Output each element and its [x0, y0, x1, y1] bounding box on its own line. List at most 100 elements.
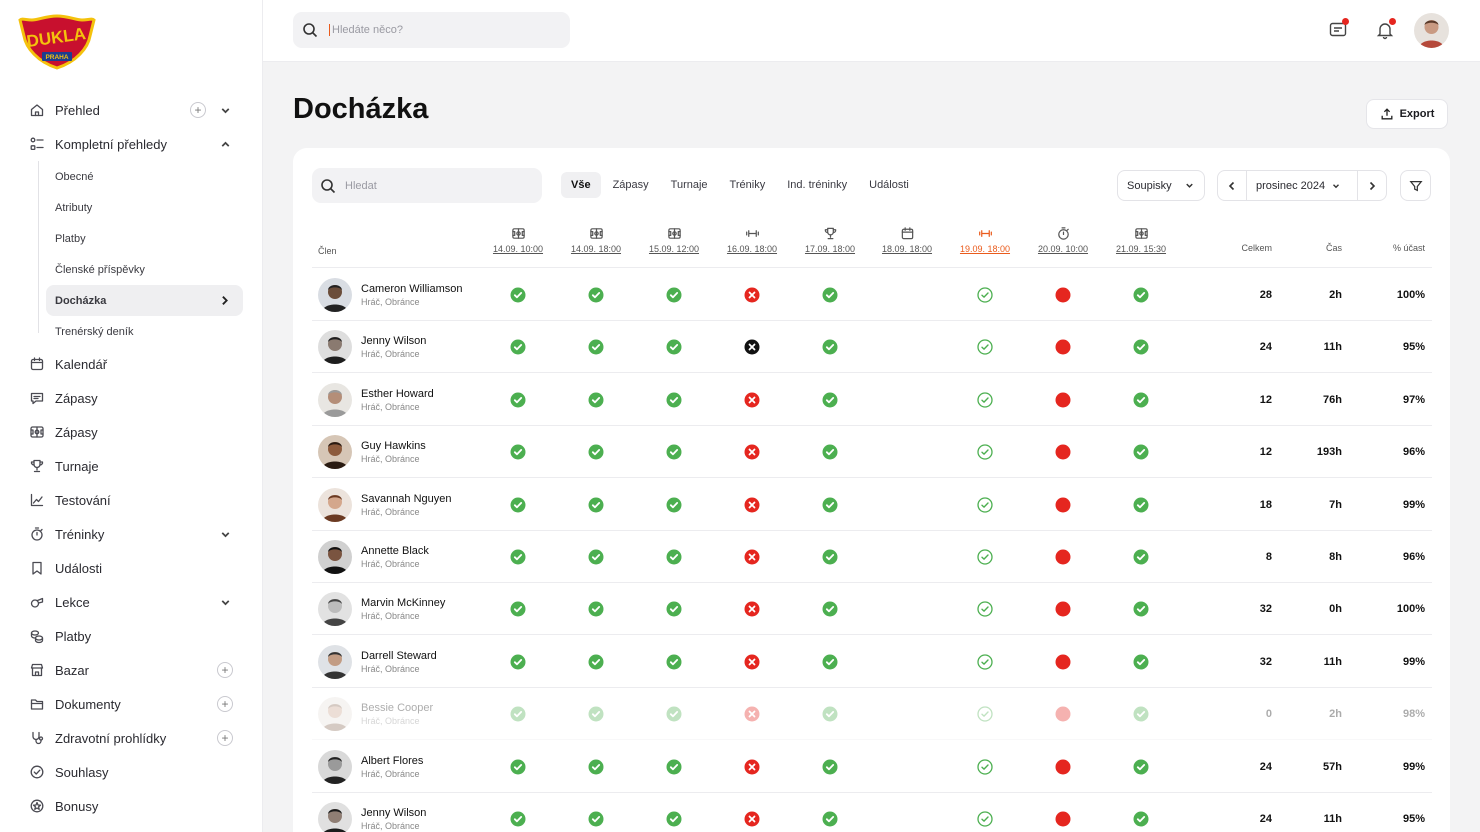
expand-toggle[interactable] [217, 136, 233, 152]
status-present-icon[interactable] [588, 759, 604, 775]
status-planned-icon[interactable] [977, 811, 993, 827]
status-excused-icon[interactable] [1055, 706, 1071, 722]
member-name[interactable]: Jenny Wilson [361, 335, 426, 347]
member-name[interactable]: Darrell Steward [361, 650, 437, 662]
status-absent-icon[interactable] [744, 497, 760, 513]
status-excused-icon[interactable] [1055, 759, 1071, 775]
status-planned-icon[interactable] [977, 706, 993, 722]
add-button[interactable]: + [217, 730, 233, 746]
month-select[interactable]: prosinec 2024 [1247, 180, 1357, 192]
global-search[interactable] [293, 12, 570, 48]
status-present-icon[interactable] [510, 549, 526, 565]
sidebar-item-kalendar[interactable]: Kalendář [0, 347, 263, 381]
status-present-icon[interactable] [1133, 549, 1149, 565]
table-row[interactable]: Marvin McKinney Hráč, Obránce 32 0h 100% [312, 583, 1432, 636]
sidebar-item-platby[interactable]: Platby [0, 619, 263, 653]
event-column-header[interactable]: 20.09. 10:00 [1034, 226, 1092, 254]
status-present-icon[interactable] [666, 497, 682, 513]
sidebar-item-zdravotni-prohlidky[interactable]: Zdravotní prohlídky + [0, 721, 263, 755]
status-present-icon[interactable] [1133, 706, 1149, 722]
sidebar-item-testovani[interactable]: Testování [0, 483, 263, 517]
sidebar-subitem-atributy[interactable]: Atributy [38, 192, 263, 223]
member-name[interactable]: Marvin McKinney [361, 597, 445, 609]
member-name[interactable]: Bessie Cooper [361, 702, 433, 714]
sidebar-item-bonusy[interactable]: Bonusy [0, 789, 263, 823]
status-absent-icon[interactable] [744, 392, 760, 408]
status-present-icon[interactable] [666, 811, 682, 827]
status-present-icon[interactable] [822, 339, 838, 355]
status-present-icon[interactable] [1133, 759, 1149, 775]
member-search-input[interactable] [345, 179, 525, 192]
sidebar-item-udalosti[interactable]: Události [0, 551, 263, 585]
status-absent-icon[interactable] [744, 601, 760, 617]
status-present-icon[interactable] [1133, 601, 1149, 617]
status-present-icon[interactable] [1133, 654, 1149, 670]
sidebar-subitem-clenske-prispevky[interactable]: Členské příspěvky [38, 254, 263, 285]
member-name[interactable]: Annette Black [361, 545, 429, 557]
status-planned-icon[interactable] [977, 601, 993, 618]
status-absent-icon[interactable] [744, 287, 760, 303]
status-excused-icon[interactable] [1055, 444, 1071, 460]
status-excused-icon[interactable] [1055, 392, 1071, 408]
status-excused-icon[interactable] [1055, 339, 1071, 355]
status-present-icon[interactable] [822, 497, 838, 513]
notifications-button[interactable] [1375, 18, 1396, 40]
table-row[interactable]: Cameron Williamson Hráč, Obránce 28 2h 100% [312, 269, 1432, 321]
expand-toggle[interactable] [217, 526, 233, 542]
global-search-input[interactable] [329, 24, 549, 36]
status-present-icon[interactable] [588, 811, 604, 827]
member-name[interactable]: Jenny Wilson [361, 807, 426, 819]
status-present-icon[interactable] [822, 759, 838, 775]
status-present-icon[interactable] [822, 811, 838, 827]
status-present-icon[interactable] [666, 549, 682, 565]
status-present-icon[interactable] [588, 706, 604, 722]
status-excused-icon[interactable] [1055, 497, 1071, 513]
status-present-icon[interactable] [510, 339, 526, 355]
expand-toggle[interactable] [217, 102, 233, 118]
status-present-icon[interactable] [1133, 287, 1149, 303]
status-present-icon[interactable] [666, 706, 682, 722]
status-present-icon[interactable] [822, 654, 838, 670]
status-present-icon[interactable] [510, 706, 526, 722]
sidebar-item-treninky[interactable]: Tréninky [0, 517, 263, 551]
status-present-icon[interactable] [510, 444, 526, 460]
export-button[interactable]: Export [1366, 99, 1448, 129]
status-present-icon[interactable] [588, 444, 604, 460]
status-excused-icon[interactable] [1055, 287, 1071, 303]
status-planned-icon[interactable] [977, 758, 993, 775]
status-present-icon[interactable] [1133, 444, 1149, 460]
status-present-icon[interactable] [1133, 392, 1149, 408]
status-excused-icon[interactable] [1055, 811, 1071, 827]
status-present-icon[interactable] [588, 497, 604, 513]
sidebar-item-turnaje[interactable]: Turnaje [0, 449, 263, 483]
status-present-icon[interactable] [510, 392, 526, 408]
status-planned-icon[interactable] [977, 287, 993, 303]
status-present-icon[interactable] [510, 811, 526, 827]
status-excused-icon[interactable] [1055, 601, 1071, 617]
event-column-header[interactable]: 18.09. 18:00 [878, 226, 936, 254]
tab-vse[interactable]: Vše [561, 172, 601, 198]
table-row[interactable]: Darrell Steward Hráč, Obránce 32 11h 99% [312, 636, 1432, 688]
table-row[interactable]: Esther Howard Hráč, Obránce 12 76h 97% [312, 374, 1432, 426]
event-column-header[interactable]: 17.09. 18:00 [801, 226, 859, 254]
status-present-icon[interactable] [588, 549, 604, 565]
status-present-icon[interactable] [510, 601, 526, 617]
status-present-icon[interactable] [666, 287, 682, 303]
tab-treniky[interactable]: Tréniky [720, 172, 776, 198]
sidebar-item-lekce[interactable]: Lekce [0, 585, 263, 619]
status-planned-icon[interactable] [977, 339, 993, 356]
next-month-button[interactable] [1357, 171, 1386, 200]
tab-udalosti[interactable]: Události [859, 172, 919, 198]
club-logo[interactable]: DUKLA PRAHA [18, 14, 96, 70]
status-present-icon[interactable] [822, 706, 838, 722]
messages-button[interactable] [1328, 18, 1349, 40]
table-row[interactable]: Annette Black Hráč, Obránce 8 8h 96% [312, 531, 1432, 583]
status-present-icon[interactable] [822, 444, 838, 460]
sidebar-item-kompletni-prehledy[interactable]: Kompletní přehledy [0, 127, 263, 161]
member-name[interactable]: Esther Howard [361, 388, 434, 400]
status-present-icon[interactable] [588, 287, 604, 303]
status-present-icon[interactable] [588, 339, 604, 355]
user-avatar[interactable] [1414, 13, 1449, 48]
add-button[interactable]: + [217, 696, 233, 712]
status-planned-icon[interactable] [977, 496, 993, 513]
